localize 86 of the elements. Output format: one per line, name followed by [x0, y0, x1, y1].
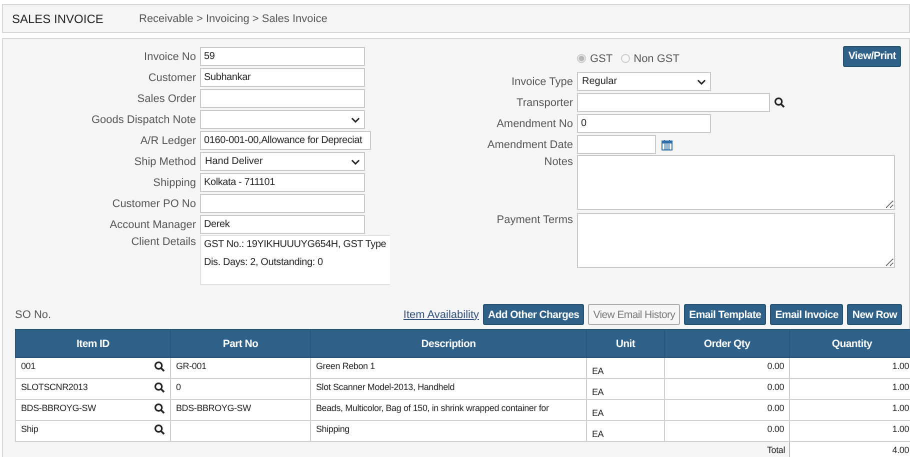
total-value: 4.00: [790, 442, 910, 457]
field-label: Goods Dispatch Note: [90, 114, 197, 126]
view-print-button[interactable]: View/Print: [843, 46, 901, 66]
field-label: Invoice No: [143, 50, 197, 62]
so-label: SO No.: [15, 308, 52, 320]
text-area[interactable]: [577, 155, 895, 210]
table-cell: GR-001: [170, 358, 310, 378]
table-cell: Beads, Multicolor, Bag of 150, in shrink wrapped container for: [310, 400, 586, 420]
table-cell: 1.00: [790, 400, 910, 420]
search-icon[interactable]: [774, 97, 785, 108]
field-label: Amendment Date: [486, 138, 574, 150]
details-text: Dis. Days: 2, Outstanding: 0: [204, 257, 324, 268]
radio-button[interactable]: [577, 54, 586, 63]
text-area[interactable]: [577, 213, 895, 268]
input-field[interactable]: [200, 194, 365, 213]
field-label: Invoice Type: [510, 76, 574, 88]
table-cell: 1.00: [790, 378, 910, 400]
search-icon[interactable]: [154, 361, 165, 372]
chevron-icon: [697, 78, 706, 84]
table-cell: 0.00: [664, 420, 790, 442]
field-label: Customer: [147, 72, 197, 84]
toolbar-button[interactable]: Email Template: [684, 304, 766, 325]
input-field[interactable]: 0160-001-00,Allowance for Depreciat: [200, 131, 371, 150]
table-cell: 1.00: [790, 420, 910, 442]
field-label: Shipping: [152, 176, 197, 188]
chevron-icon: [351, 116, 360, 122]
radio-button[interactable]: [620, 54, 630, 63]
input-field[interactable]: 0: [577, 114, 711, 133]
toolbar-button[interactable]: New Row: [847, 304, 902, 325]
field-label: Client Details: [130, 235, 197, 248]
field-label: Account Manager: [108, 218, 197, 230]
search-icon[interactable]: [154, 403, 165, 414]
table-cell: 0.00: [664, 378, 790, 400]
toolbar-button[interactable]: Email Invoice: [770, 304, 844, 325]
table-cell: 0: [170, 378, 310, 400]
select-field[interactable]: Hand Deliver: [200, 152, 365, 171]
input-field[interactable]: Kolkata - 711101: [200, 173, 365, 192]
search-icon[interactable]: [154, 382, 165, 393]
field-label: Notes: [543, 155, 574, 168]
column-header: Quantity: [790, 330, 910, 358]
table-cell: Slot Scanner Model-2013, Handheld: [310, 378, 586, 400]
column-header: Item ID: [16, 330, 170, 358]
input-field[interactable]: Derek: [200, 215, 365, 234]
item-availability-link[interactable]: Item Availability: [403, 308, 480, 320]
table-cell: EA: [586, 400, 664, 420]
date-field[interactable]: [577, 135, 656, 154]
field-label: Ship Method: [133, 156, 197, 168]
input-field[interactable]: [200, 89, 365, 108]
column-header: Part No: [170, 330, 310, 358]
table-cell: EA: [586, 378, 664, 400]
input-field[interactable]: [577, 93, 770, 112]
item-id-text: Ship: [21, 423, 38, 436]
total-label: Total: [766, 445, 785, 455]
input-field[interactable]: Subhankar: [200, 68, 365, 87]
table-cell: 1.00: [790, 358, 910, 378]
breadcrumb: Receivable > Invoicing > Sales Invoice: [139, 12, 328, 24]
column-header: Order Qty: [664, 330, 790, 358]
item-id-text: SLOTSCNR2013: [21, 381, 88, 394]
table-cell: EA: [586, 420, 664, 442]
select-field[interactable]: [200, 110, 365, 129]
calendar-icon[interactable]: [661, 138, 673, 150]
table-cell: Green Rebon 1: [310, 358, 586, 378]
radio-label: GST: [590, 52, 613, 64]
field-label: Customer PO No: [111, 198, 197, 210]
field-label: Transporter: [516, 96, 574, 108]
column-header: Unit: [586, 330, 664, 358]
radio-label: Non GST: [634, 52, 680, 64]
page-title: SALES INVOICE: [12, 12, 104, 26]
table-cell: 0.00: [664, 400, 790, 420]
details-text: GST No.: 19YIKHUUUYG654H, GST Type: [204, 239, 386, 250]
item-id-text: 001: [21, 360, 36, 373]
field-label: Payment Terms: [496, 213, 574, 226]
search-icon[interactable]: [154, 424, 165, 435]
field-label: Sales Order: [136, 92, 197, 104]
table-cell: Shipping: [310, 420, 586, 442]
table-cell: EA: [586, 358, 664, 378]
item-id-text: BDS-BBROYG-SW: [21, 402, 96, 415]
input-field[interactable]: 59: [200, 47, 365, 66]
field-label: Amendment No: [496, 118, 574, 130]
toolbar-button[interactable]: Add Other Charges: [483, 304, 584, 325]
select-field[interactable]: Regular: [577, 72, 711, 91]
table-cell: BDS-BBROYG-SW: [170, 400, 310, 420]
column-header: Description: [310, 330, 586, 358]
chevron-icon: [351, 158, 360, 164]
field-label: A/R Ledger: [139, 134, 197, 146]
table-cell: 0.00: [664, 358, 790, 378]
